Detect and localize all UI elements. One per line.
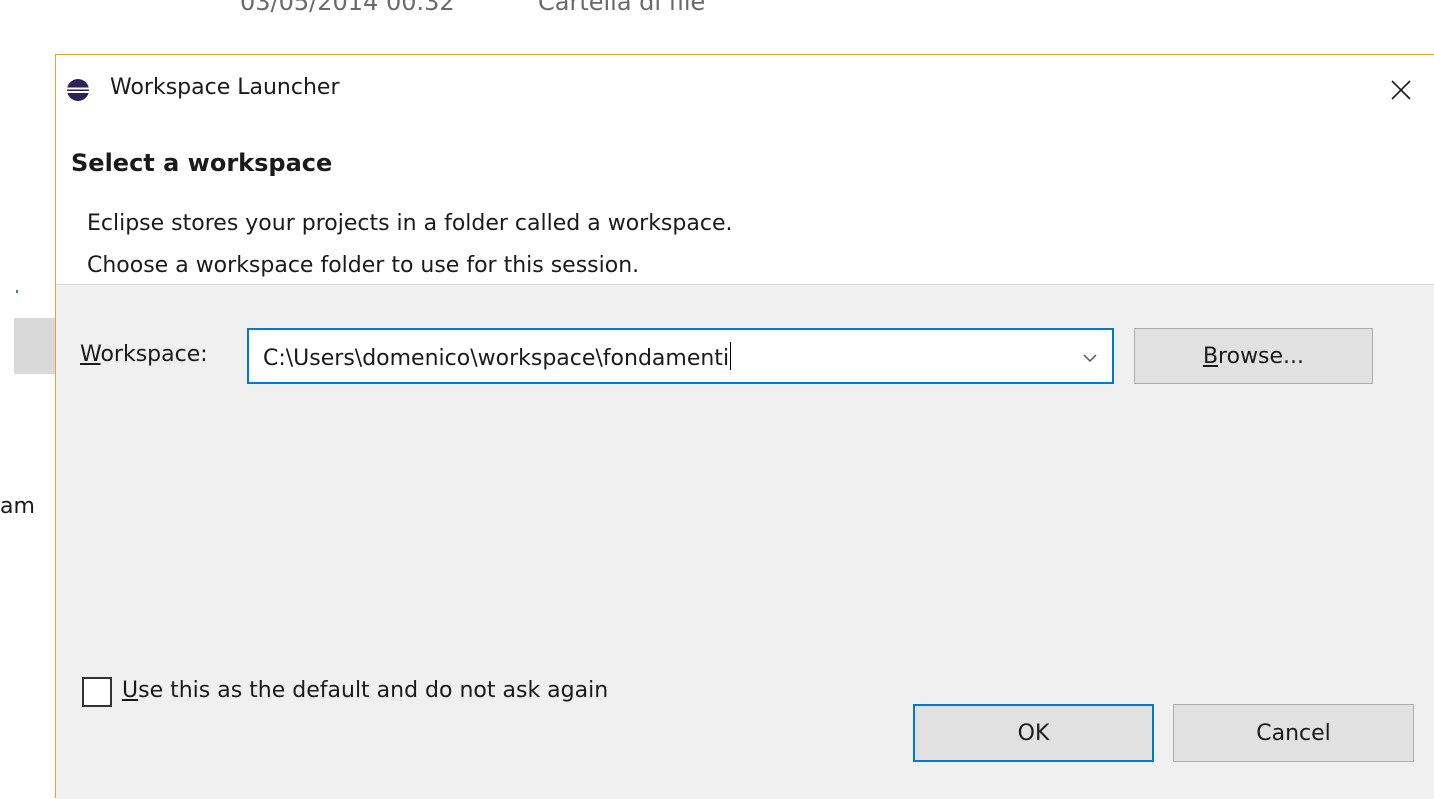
workspace-label-text: orkspace:	[100, 342, 208, 367]
background-text-fragment: am	[0, 494, 35, 519]
page-title: Select a workspace	[71, 149, 333, 177]
ok-button[interactable]: OK	[913, 704, 1154, 762]
checkbox-label-text: se this as the default and do not ask ag…	[138, 678, 609, 703]
checkbox-mnemonic: U	[122, 678, 139, 703]
file-type-text: Cartella di file	[538, 0, 706, 16]
close-icon	[1391, 80, 1411, 100]
default-workspace-checkbox-label[interactable]: Use this as the default and do not ask a…	[122, 678, 608, 703]
workspace-input[interactable]: C:\Users\domenico\workspace\fondamenti	[263, 342, 732, 371]
browse-button[interactable]: Browse...	[1134, 328, 1373, 384]
file-date-text: 03/05/2014 00.32	[240, 0, 455, 16]
dialog-body: Workspace: C:\Users\domenico\workspace\f…	[56, 285, 1434, 799]
description-line-1: Eclipse stores your projects in a folder…	[87, 211, 733, 236]
workspace-combo[interactable]: C:\Users\domenico\workspace\fondamenti	[247, 328, 1114, 384]
description-line-2: Choose a workspace folder to use for thi…	[87, 253, 640, 278]
workspace-label-mnemonic: W	[80, 342, 101, 367]
background-dot	[16, 290, 18, 293]
workspace-launcher-dialog: Workspace Launcher Select a workspace Ec…	[55, 54, 1434, 799]
background-selection	[14, 318, 58, 374]
dialog-header: Select a workspace Eclipse stores your p…	[56, 125, 1434, 285]
title-bar[interactable]: Workspace Launcher	[56, 55, 1434, 125]
dialog-title: Workspace Launcher	[110, 75, 340, 100]
chevron-down-icon[interactable]	[1080, 348, 1100, 368]
browse-mnemonic: B	[1202, 343, 1219, 369]
close-button[interactable]	[1368, 55, 1434, 125]
workspace-label: Workspace:	[80, 342, 208, 367]
workspace-value: C:\Users\domenico\workspace\fondamenti	[263, 346, 730, 371]
browse-label: rowse...	[1218, 343, 1305, 369]
eclipse-icon	[67, 79, 89, 101]
cancel-button[interactable]: Cancel	[1173, 704, 1414, 762]
text-caret	[730, 342, 732, 370]
default-workspace-checkbox[interactable]	[82, 677, 112, 707]
